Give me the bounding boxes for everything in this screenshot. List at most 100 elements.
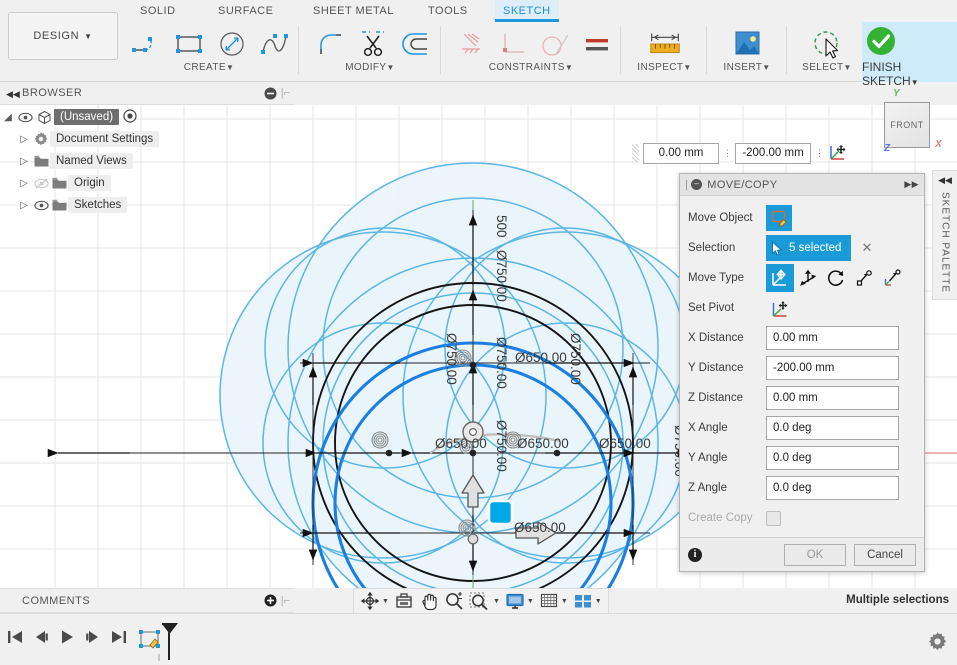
comments-panel-header[interactable]: COMMENTS |⌐ bbox=[0, 588, 294, 613]
set-pivot-icon[interactable] bbox=[766, 298, 794, 319]
equal-constraint-icon[interactable] bbox=[579, 25, 616, 63]
x-distance-input[interactable]: 0.00 mm bbox=[766, 326, 899, 350]
point-to-position-icon[interactable] bbox=[878, 264, 906, 292]
measure-icon[interactable] bbox=[646, 25, 684, 63]
insert-image-icon[interactable] bbox=[728, 25, 766, 63]
x-distance-quick-input[interactable]: 0.00 mm bbox=[643, 142, 719, 164]
x-field-menu-icon[interactable]: ⋮ bbox=[723, 149, 732, 158]
tree-item-named-views[interactable]: ▷ Named Views bbox=[0, 150, 200, 172]
offset-icon[interactable] bbox=[397, 25, 435, 63]
selection-value[interactable]: 5 selected bbox=[766, 235, 852, 261]
circle-icon[interactable] bbox=[214, 25, 252, 63]
info-icon[interactable]: i bbox=[688, 547, 702, 562]
constraints-group-label[interactable]: CONSTRAINTS▼ bbox=[446, 62, 616, 73]
tab-solid[interactable]: SOLID bbox=[132, 0, 184, 22]
visibility-eye-icon[interactable] bbox=[16, 112, 34, 123]
workspace-switcher[interactable]: DESIGN ▼ bbox=[8, 12, 118, 60]
step-forward-icon[interactable] bbox=[82, 624, 104, 650]
display-settings-icon[interactable]: ▼ bbox=[503, 590, 536, 612]
modify-group-label[interactable]: MODIFY▼ bbox=[305, 62, 435, 73]
timeline-feature-marker[interactable] bbox=[138, 620, 180, 665]
toolbar-group-create: CREATE▼ bbox=[124, 22, 294, 82]
row-set-pivot: Set Pivot bbox=[688, 293, 916, 323]
grid-snap-icon[interactable]: ▼ bbox=[537, 590, 570, 612]
collapse-circle-icon[interactable] bbox=[264, 87, 277, 100]
view-cube[interactable]: FRONT bbox=[884, 102, 930, 148]
step-back-icon[interactable] bbox=[30, 624, 52, 650]
go-to-end-icon[interactable] bbox=[108, 624, 130, 650]
create-group-label[interactable]: CREATE▼ bbox=[124, 62, 294, 73]
visibility-eye-off-icon[interactable] bbox=[32, 178, 50, 189]
measurement-toolbar: 0.00 mm ⋮ -200.00 mm ⋮ bbox=[632, 140, 849, 166]
trim-icon[interactable] bbox=[354, 25, 392, 63]
look-at-icon[interactable] bbox=[392, 590, 416, 612]
minimize-icon[interactable]: – bbox=[691, 179, 703, 190]
ok-button[interactable]: OK bbox=[784, 543, 846, 566]
expand-triangle-icon[interactable]: ◢ bbox=[0, 112, 16, 123]
tree-item-unsaved[interactable]: ◢ (Unsaved) bbox=[0, 106, 200, 128]
expand-triangle-icon[interactable]: ▷ bbox=[16, 134, 32, 145]
panel-resize-handle[interactable]: |⌐ bbox=[281, 595, 290, 607]
set-pivot-icon[interactable] bbox=[827, 141, 849, 166]
sketch-palette-rail[interactable]: ◀◀ SKETCH PALETTE bbox=[932, 170, 957, 300]
insert-group-label[interactable]: INSERT▼ bbox=[712, 62, 782, 73]
move-object-icon[interactable] bbox=[766, 205, 792, 231]
line-icon[interactable] bbox=[128, 25, 166, 63]
dialog-title: MOVE/COPY bbox=[707, 178, 778, 191]
dialog-grip[interactable]: | bbox=[685, 179, 688, 191]
x-angle-input[interactable]: 0.0 deg bbox=[766, 416, 899, 440]
fix-constraint-icon[interactable] bbox=[452, 25, 489, 63]
expand-triangle-icon[interactable]: ▷ bbox=[16, 156, 32, 167]
y-angle-input[interactable]: 0.0 deg bbox=[766, 446, 899, 470]
translate-icon[interactable] bbox=[794, 264, 822, 292]
select-group-label[interactable]: SELECT▼ bbox=[792, 62, 862, 73]
z-distance-input[interactable]: 0.00 mm bbox=[766, 386, 899, 410]
spline-icon[interactable] bbox=[256, 25, 294, 63]
drag-grip[interactable] bbox=[632, 144, 639, 162]
free-move-icon[interactable] bbox=[766, 264, 794, 292]
finish-sketch-label[interactable]: FINISH SKETCH▼ bbox=[862, 60, 957, 88]
inspect-group-label[interactable]: INSPECT▼ bbox=[627, 62, 702, 73]
zoom-icon[interactable] bbox=[442, 590, 466, 612]
y-distance-quick-input[interactable]: -200.00 mm bbox=[735, 142, 811, 164]
y-distance-input[interactable]: -200.00 mm bbox=[766, 356, 899, 380]
tab-tools[interactable]: TOOLS bbox=[420, 0, 476, 22]
panel-resize-handle[interactable]: |⌐ bbox=[281, 87, 290, 99]
rectangle-icon[interactable] bbox=[171, 25, 209, 63]
collapse-browser-icon[interactable]: ◀◀ bbox=[6, 89, 20, 100]
tab-surface[interactable]: SURFACE bbox=[210, 0, 281, 22]
tangent-constraint-icon[interactable] bbox=[537, 25, 574, 63]
axis-label-x: X bbox=[935, 139, 942, 150]
finish-check-icon[interactable] bbox=[862, 22, 900, 60]
fillet-icon[interactable] bbox=[311, 25, 349, 63]
play-icon[interactable] bbox=[56, 624, 78, 650]
go-to-beginning-icon[interactable] bbox=[4, 624, 26, 650]
z-angle-input[interactable]: 0.0 deg bbox=[766, 476, 899, 500]
point-to-point-icon[interactable] bbox=[850, 264, 878, 292]
create-copy-checkbox[interactable] bbox=[766, 510, 781, 526]
visibility-eye-icon[interactable] bbox=[32, 200, 50, 211]
settings-gear-icon[interactable] bbox=[928, 632, 947, 654]
select-cursor-icon[interactable] bbox=[808, 25, 846, 63]
dialog-header[interactable]: | – MOVE/COPY ▶▶ bbox=[680, 174, 924, 196]
y-field-menu-icon[interactable]: ⋮ bbox=[815, 149, 824, 158]
expand-right-icon[interactable]: ▶▶ bbox=[904, 179, 919, 190]
tree-item-document-settings[interactable]: ▷ Document Settings bbox=[0, 128, 200, 150]
activate-component-icon[interactable] bbox=[123, 108, 137, 126]
rotate-icon[interactable] bbox=[822, 264, 850, 292]
clear-selection-icon[interactable]: ✕ bbox=[861, 240, 872, 256]
tree-item-label: (Unsaved) bbox=[54, 109, 120, 125]
tree-item-origin[interactable]: ▷ Origin bbox=[0, 172, 200, 194]
add-comment-icon[interactable] bbox=[264, 594, 277, 607]
viewports-icon[interactable]: ▼ bbox=[571, 590, 604, 612]
cancel-button[interactable]: Cancel bbox=[854, 543, 916, 566]
tab-sheet-metal[interactable]: SHEET METAL bbox=[305, 0, 402, 22]
tab-sketch[interactable]: SKETCH bbox=[495, 0, 559, 22]
orbit-icon[interactable]: ▼ bbox=[358, 590, 391, 612]
fit-icon[interactable]: ▼ bbox=[467, 590, 502, 612]
expand-triangle-icon[interactable]: ▷ bbox=[16, 178, 32, 189]
pan-icon[interactable] bbox=[417, 590, 441, 612]
expand-triangle-icon[interactable]: ▷ bbox=[16, 200, 32, 211]
tree-item-sketches[interactable]: ▷ Sketches bbox=[0, 194, 200, 216]
perpendicular-constraint-icon[interactable] bbox=[494, 25, 531, 63]
